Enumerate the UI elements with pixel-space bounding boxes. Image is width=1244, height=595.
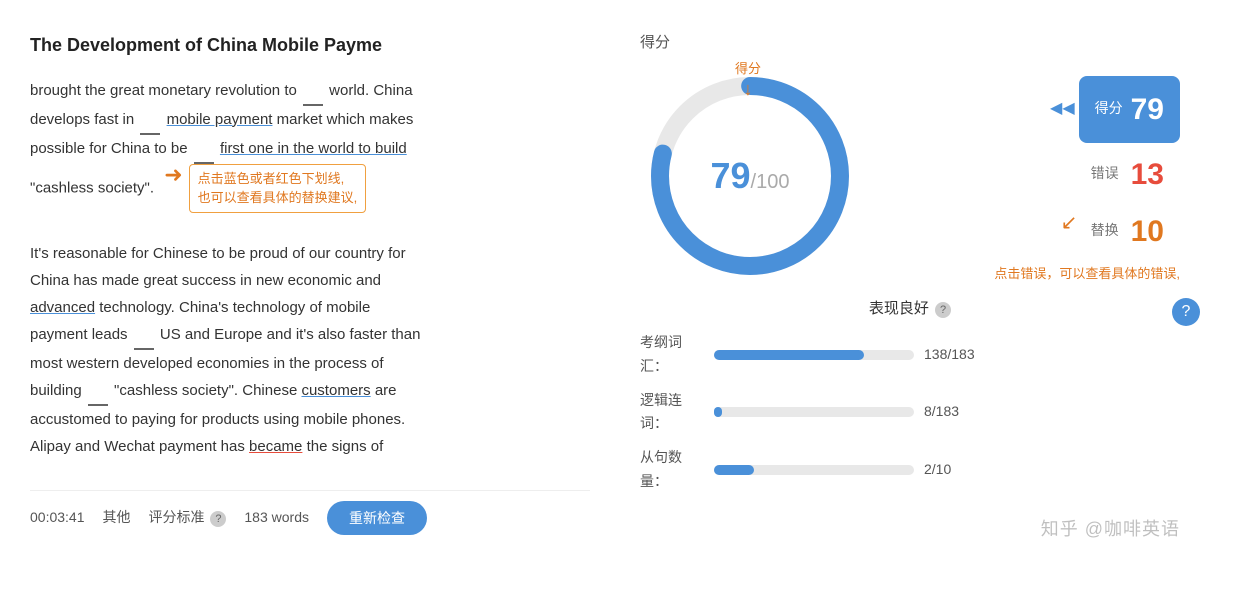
left-panel: The Development of China Mobile Payme br…: [0, 20, 620, 575]
highlighted-phrase-2[interactable]: first one in the world to build: [220, 140, 407, 157]
stat-clauses-label: 从句数量：: [640, 446, 704, 494]
replace-arrow-icon: ↙: [1061, 206, 1078, 240]
article-title: The Development of China Mobile Payme: [30, 30, 590, 61]
replace-card: 替换 10 ↙: [1091, 206, 1180, 257]
donut-arrow-icon: ↓: [744, 80, 753, 98]
stat-row-logic: 逻辑连词： 8/183: [640, 389, 1180, 437]
stat-vocab-bar-fill: [714, 350, 864, 360]
stats-section: 表现良好 ? 考纲词汇： 138/183 逻辑连词： 8/183: [640, 296, 1180, 504]
stat-clauses-bar-fill: [714, 465, 754, 475]
stat-logic-bar-fill: [714, 407, 722, 417]
article-body: brought the great monetary revolution to…: [30, 77, 590, 460]
stat-vocab-bar-bg: [714, 350, 914, 360]
rating-question-icon[interactable]: ?: [210, 511, 226, 527]
score-highlight-card: 得分 79: [1079, 76, 1180, 143]
error-label: 错误: [1091, 162, 1119, 186]
category: 其他: [103, 506, 131, 530]
tooltip-box: 点击蓝色或者红色下划线, 也可以查看具体的替换建议,: [189, 164, 367, 213]
stat-vocab-label: 考纲词汇：: [640, 331, 704, 379]
blank-2: [140, 106, 160, 135]
highlighted-phrase-1[interactable]: mobile payment: [167, 111, 273, 128]
highlighted-error-1[interactable]: became: [249, 438, 302, 455]
timer: 00:03:41: [30, 506, 85, 530]
donut-max-value: /100: [751, 165, 790, 199]
score-highlight-value: 79: [1131, 84, 1164, 135]
stat-logic-bar-bg: [714, 407, 914, 417]
error-value: 13: [1131, 149, 1164, 200]
highlighted-phrase-4[interactable]: customers: [301, 382, 370, 399]
blank-1: [303, 77, 323, 106]
replace-label: 替换: [1091, 219, 1119, 243]
donut-score-value: 79: [711, 145, 751, 206]
page-wrapper: The Development of China Mobile Payme br…: [0, 0, 1244, 595]
stat-clauses-bar-bg: [714, 465, 914, 475]
score-label: 得分: [640, 30, 670, 56]
stat-vocab-count: 138/183: [924, 343, 984, 367]
tooltip-arrow: ➜: [164, 164, 182, 186]
back-icon[interactable]: ◀◀: [1050, 95, 1075, 122]
blank-5: [88, 377, 108, 406]
error-card: 错误 13: [1091, 149, 1180, 200]
main-container: The Development of China Mobile Payme br…: [0, 0, 1244, 595]
performance-question-icon[interactable]: ?: [935, 302, 951, 318]
score-section: 得分 ↓ 79 /100: [640, 66, 1180, 286]
score-highlight-label: 得分: [1095, 97, 1123, 121]
stat-clauses-count: 2/10: [924, 458, 984, 482]
performance-title: 表现良好 ?: [640, 296, 1180, 322]
help-circle-icon[interactable]: ?: [1172, 298, 1200, 326]
rating-standard[interactable]: 评分标准 ?: [149, 506, 227, 530]
stat-row-clauses: 从句数量： 2/10: [640, 446, 1180, 494]
stat-logic-label: 逻辑连词：: [640, 389, 704, 437]
blank-3: [194, 135, 214, 164]
error-hint: 点击错误，可以查看具体的错误,: [994, 263, 1180, 285]
right-panel: 得分 得分 ↓: [620, 20, 1200, 575]
donut-tooltip-label: 得分: [735, 58, 761, 80]
word-count: 183 words: [244, 506, 309, 530]
stat-row-vocab: 考纲词汇： 138/183: [640, 331, 1180, 379]
highlighted-phrase-3[interactable]: advanced: [30, 299, 95, 316]
replace-value: 10: [1131, 206, 1164, 257]
stat-logic-count: 8/183: [924, 400, 984, 424]
recheck-button[interactable]: 重新检查: [327, 501, 427, 535]
watermark: 知乎 @咖啡英语: [1041, 514, 1180, 545]
blank-4: [134, 321, 154, 350]
